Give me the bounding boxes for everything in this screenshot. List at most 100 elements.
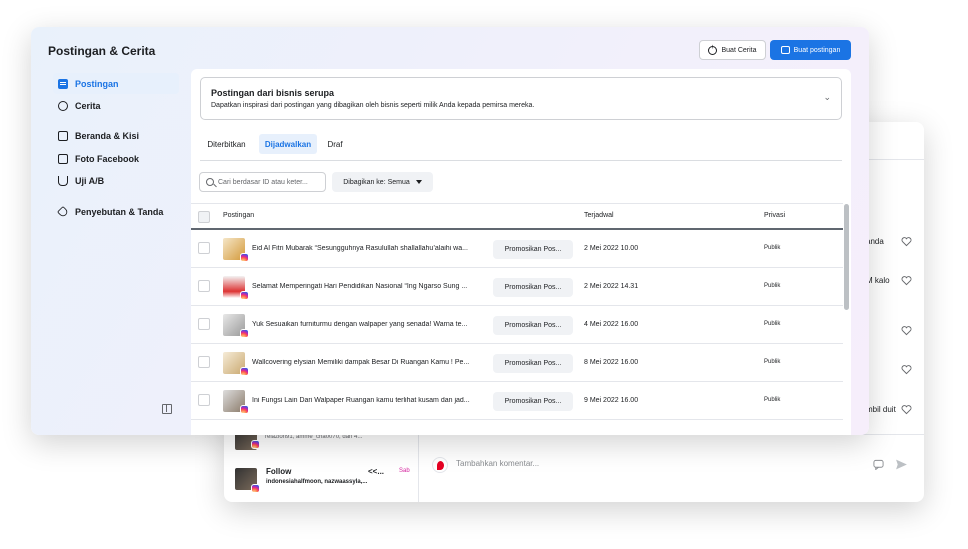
privacy-value: Publik: [764, 359, 781, 365]
follow-label[interactable]: Follow: [266, 467, 291, 476]
post-caption[interactable]: Selamat Memperingati Hari Pendidikan Nas…: [252, 283, 489, 290]
divider: [418, 434, 419, 502]
posts-icon: [58, 78, 68, 89]
table-row[interactable]: Eid Al Fitri Mubarak “Sesungguhnya Rasul…: [191, 230, 843, 268]
grid-icon: [58, 130, 68, 141]
tag-icon: [56, 205, 70, 218]
promote-post-button[interactable]: Promosikan Pos...: [493, 278, 573, 297]
main-content: Postingan dari bisnis serupa Dapatkan in…: [191, 69, 851, 435]
create-post-label: Buat postingan: [793, 46, 841, 54]
table-scrollbar[interactable]: [844, 204, 849, 310]
comment-snippet: M kalo: [866, 276, 890, 285]
sidebar-item-label: Foto Facebook: [75, 153, 140, 164]
tab-published[interactable]: Diterbitkan: [200, 134, 253, 154]
create-story-label: Buat Cerita: [721, 46, 757, 54]
privacy-value: Publik: [764, 283, 781, 289]
sidebar-item-label: Penyebutan & Tanda: [75, 206, 164, 217]
page-title: Postingan & Cerita: [48, 44, 156, 58]
create-story-button[interactable]: Buat Cerita: [699, 40, 766, 60]
posts-stories-window: Postingan & Cerita Buat Cerita Buat post…: [31, 27, 869, 435]
row-checkbox[interactable]: [198, 394, 210, 406]
promote-post-button[interactable]: Promosikan Pos...: [493, 392, 573, 411]
search-icon: [206, 178, 214, 186]
scheduled-date: 4 Mei 2022 16.00: [584, 321, 639, 328]
sidebar-item-label: Postingan: [75, 78, 119, 89]
comment-snippet: mbil duit: [866, 405, 896, 414]
send-icon[interactable]: [895, 458, 908, 471]
inspiration-panel[interactable]: Postingan dari bisnis serupa Dapatkan in…: [200, 77, 842, 120]
select-all-checkbox[interactable]: [198, 211, 210, 223]
post-caption[interactable]: Eid Al Fitri Mubarak “Sesungguhnya Rasul…: [252, 245, 489, 252]
row-checkbox[interactable]: [198, 356, 210, 368]
table-header: Postingan Terjadwal Privasi: [191, 203, 843, 230]
tabs-divider: [200, 160, 842, 161]
sidebar-item-mentions-tags[interactable]: Penyebutan & Tanda: [53, 201, 179, 222]
heart-icon[interactable]: [901, 404, 912, 415]
collapse-sidebar-icon[interactable]: [162, 404, 172, 414]
sidebar-item-label: Uji A/B: [75, 175, 105, 186]
table-row[interactable]: Yuk Sesuaikan furniturmu dengan walpaper…: [191, 306, 843, 344]
sidebar-item-grid[interactable]: Beranda & Kisi: [53, 125, 179, 146]
create-post-button[interactable]: Buat postingan: [770, 40, 851, 60]
tab-drafts[interactable]: Draf: [323, 134, 347, 154]
day-label: Sab: [399, 468, 410, 474]
post-caption[interactable]: Yuk Sesuaikan furniturmu dengan walpaper…: [252, 321, 489, 328]
heart-icon[interactable]: [901, 364, 912, 375]
sidebar-item-facebook-photos[interactable]: Foto Facebook: [53, 148, 179, 169]
search-input[interactable]: Cari berdasar ID atau keter...: [199, 172, 326, 192]
promote-post-button[interactable]: Promosikan Pos...: [493, 240, 573, 259]
follow-arrows: <<...: [368, 467, 385, 476]
column-header-scheduled[interactable]: Terjadwal: [584, 212, 614, 219]
instagram-icon: [240, 329, 249, 338]
heart-icon[interactable]: [901, 275, 912, 286]
column-header-privacy: Privasi: [764, 212, 786, 219]
sidebar-item-label: Beranda & Kisi: [75, 130, 140, 141]
promote-post-button[interactable]: Promosikan Pos...: [493, 354, 573, 373]
promote-post-button[interactable]: Promosikan Pos...: [493, 316, 573, 335]
add-story-icon: [708, 44, 718, 55]
comment-input[interactable]: Tambahkan komentar...: [456, 459, 539, 468]
column-header-post: Postingan: [223, 212, 255, 219]
photo-icon: [58, 153, 68, 164]
sidebar-item-ab-test[interactable]: Uji A/B: [53, 170, 179, 191]
privacy-value: Publik: [764, 245, 781, 251]
scheduled-date: 2 Mei 2022 10.00: [584, 245, 639, 252]
instagram-icon: [240, 405, 249, 414]
follow-names: indonesiahalfmoon, nazwaassyla,...: [266, 479, 368, 485]
sidebar-item-stories[interactable]: Cerita: [53, 95, 179, 116]
instagram-icon: [240, 291, 249, 300]
filter-label: Dibagikan ke: Semua: [343, 178, 410, 186]
flask-icon: [58, 175, 68, 186]
inspiration-title: Postingan dari bisnis serupa: [211, 88, 335, 98]
chevron-down-icon[interactable]: ⌄: [823, 92, 831, 103]
row-checkbox[interactable]: [198, 280, 210, 292]
instagram-icon: [240, 367, 249, 376]
scheduled-date: 9 Mei 2022 16.00: [584, 397, 639, 404]
post-caption[interactable]: Ini Fungsi Lain Dari Walpaper Ruangan ka…: [252, 397, 489, 404]
table-row[interactable]: Wallcovering elysian Memiliki dampak Bes…: [191, 344, 843, 382]
table-row[interactable]: Ini Fungsi Lain Dari Walpaper Ruangan ka…: [191, 382, 843, 420]
row-checkbox[interactable]: [198, 242, 210, 254]
instagram-icon: [251, 484, 260, 493]
comment-box[interactable]: Tambahkan komentar...: [428, 451, 916, 479]
comment-bubble-icon[interactable]: [873, 459, 884, 470]
stories-icon: [58, 100, 68, 111]
table-row[interactable]: Selamat Memperingati Hari Pendidikan Nas…: [191, 268, 843, 306]
sidebar-item-posts[interactable]: Postingan: [53, 73, 179, 94]
heart-icon[interactable]: [901, 325, 912, 336]
instagram-icon: [240, 253, 249, 262]
privacy-value: Publik: [764, 397, 781, 403]
sidebar-item-label: Cerita: [75, 100, 101, 111]
inspiration-subtitle: Dapatkan inspirasi dari postingan yang d…: [211, 102, 535, 109]
post-icon: [780, 46, 790, 54]
shared-to-filter[interactable]: Dibagikan ke: Semua: [332, 172, 433, 192]
search-placeholder: Cari berdasar ID atau keter...: [218, 179, 308, 186]
post-caption[interactable]: Wallcovering elysian Memiliki dampak Bes…: [252, 359, 489, 366]
scheduled-posts-table: Postingan Terjadwal Privasi Eid Al Fitri…: [191, 203, 843, 420]
privacy-value: Publik: [764, 321, 781, 327]
heart-icon[interactable]: [901, 236, 912, 247]
row-checkbox[interactable]: [198, 318, 210, 330]
pinterest-avatar: [432, 457, 448, 473]
tab-scheduled[interactable]: Dijadwalkan: [259, 134, 317, 154]
scheduled-date: 8 Mei 2022 16.00: [584, 359, 639, 366]
